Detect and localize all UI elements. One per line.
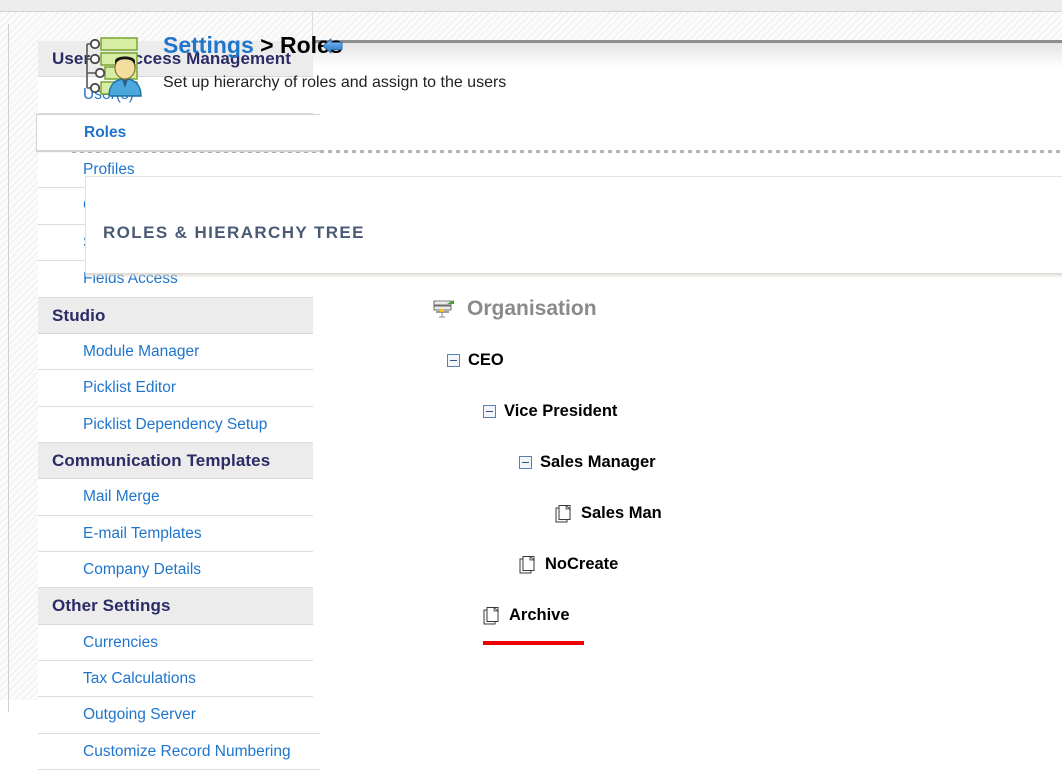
page-header: Settings > Roles Set up hierarchy of rol… [75,30,735,112]
breadcrumb-parent[interactable]: Settings [163,32,254,58]
tree-node-ceo[interactable]: CEO [447,347,749,373]
tree-node-label[interactable]: Archive [509,606,570,625]
roles-tree: Organisation CEO Vice President Sales Ma… [0,296,749,653]
breadcrumb-separator: > [253,32,280,58]
window-top-bar [0,0,1062,12]
tree-node-vice-president[interactable]: Vice President [483,398,749,424]
app-window: Users & Access Management User(s) Roles … [0,0,1062,770]
sidebar-item-customize-record-numbering[interactable]: Customize Record Numbering [38,733,320,770]
page-subtitle: Set up hierarchy of roles and assign to … [163,73,507,91]
tree-node-sales-man[interactable]: Sales Man [555,500,749,526]
tree-node-label: Organisation [467,297,597,320]
sidebar-item-tax-calculations[interactable]: Tax Calculations [38,660,320,698]
sidebar-item-outgoing-server[interactable]: Outgoing Server [38,697,320,734]
collapse-toggle-minus-icon[interactable] [519,455,532,469]
sidebar-collapse-arrow-left-icon[interactable] [322,36,344,56]
tree-node-label[interactable]: Sales Manager [540,453,656,472]
panel-bottom-shadow [85,273,1062,278]
roles-hierarchy-icon [75,30,145,100]
document-leaf-icon[interactable] [519,554,537,574]
tree-node-label[interactable]: NoCreate [545,555,618,574]
document-leaf-icon[interactable] [555,503,573,523]
document-leaf-icon[interactable] [483,605,501,625]
tree-node-sales-manager[interactable]: Sales Manager [519,449,749,475]
tree-node-archive[interactable]: Archive [483,602,749,628]
sidebar-item-roles[interactable]: Roles [36,113,320,152]
tree-node-label[interactable]: Sales Man [581,504,662,523]
tree-node-label[interactable]: CEO [468,351,504,370]
drag-drop-indicator [483,641,584,645]
tree-node-organisation: Organisation [433,296,749,322]
collapse-toggle-minus-icon[interactable] [483,404,496,418]
roles-hierarchy-panel: ROLES & HIERARCHY TREE [85,176,1062,273]
organisation-server-icon [433,298,457,320]
tree-node-label[interactable]: Vice President [504,402,617,421]
panel-title: ROLES & HIERARCHY TREE [103,223,365,242]
tree-node-nocreate[interactable]: NoCreate [519,551,749,577]
collapse-toggle-minus-icon[interactable] [447,353,460,367]
